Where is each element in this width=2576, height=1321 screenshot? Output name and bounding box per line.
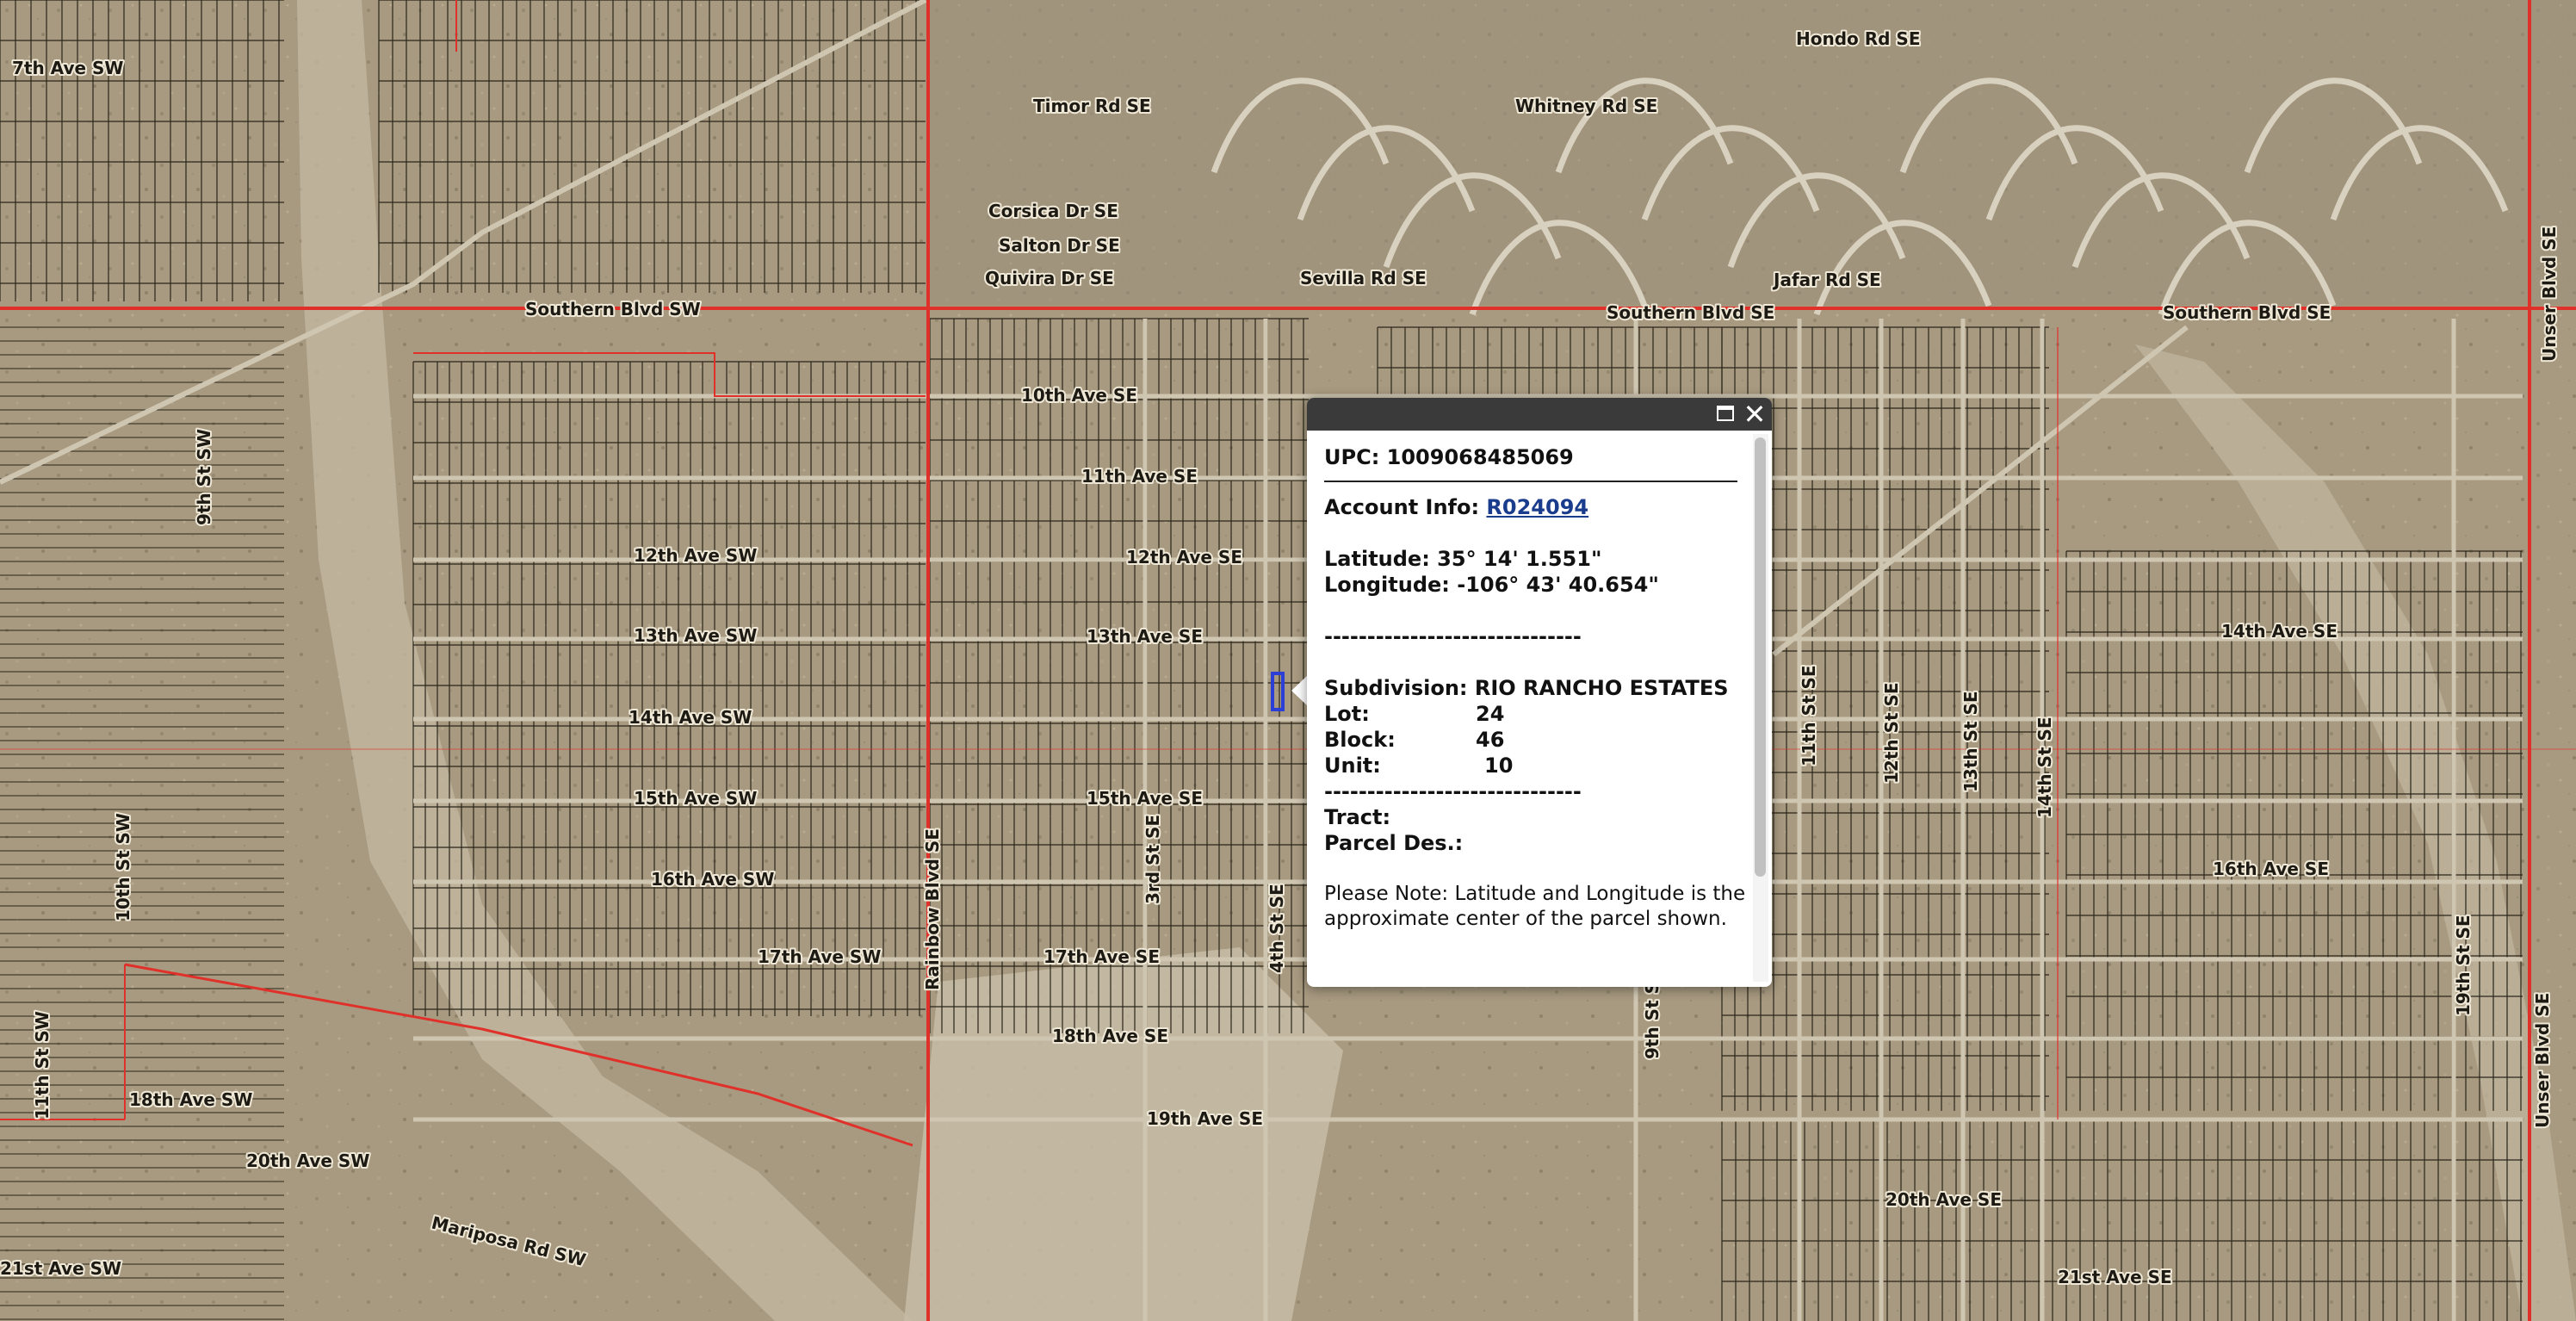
- road-label: 12th St SE: [1881, 682, 1902, 784]
- popup-content: UPC: 1009068485069 Account Info: R024094…: [1324, 444, 1746, 932]
- road-label: 17th Ave SE: [1043, 946, 1160, 967]
- road-label: 16th Ave SW: [651, 869, 774, 890]
- road-label: Salton Dr SE: [999, 235, 1120, 256]
- longitude-value: -106° 43' 40.654": [1457, 573, 1659, 597]
- road-label: Southern Blvd SW: [525, 299, 701, 319]
- road-label: 11th Ave SE: [1081, 466, 1198, 487]
- road-label: 7th Ave SW: [12, 58, 123, 78]
- road-label: 11th St SW: [32, 1011, 53, 1119]
- road-label: Quivira Dr SE: [985, 268, 1114, 288]
- longitude-row: Longitude: -106° 43' 40.654": [1324, 572, 1746, 598]
- latitude-label: Latitude:: [1324, 547, 1430, 571]
- road-label: 18th Ave SW: [129, 1089, 252, 1110]
- road-label: 13th Ave SW: [634, 625, 757, 646]
- dash-divider: ------------------------------: [1324, 779, 1582, 803]
- account-link[interactable]: R024094: [1486, 495, 1588, 519]
- road-label: Southern Blvd SE: [1607, 302, 1774, 323]
- road-label: 14th Ave SW: [629, 707, 752, 728]
- road-label: Sevilla Rd SE: [1300, 268, 1427, 288]
- road-label: Hondo Rd SE: [1796, 28, 1920, 49]
- road-label: Timor Rd SE: [1033, 96, 1151, 116]
- road-label: 12th Ave SW: [634, 545, 757, 566]
- subdivision-value: RIO RANCHO ESTATES: [1474, 676, 1729, 700]
- latitude-row: Latitude: 35° 14' 1.551": [1324, 546, 1746, 572]
- lot-value: 24: [1476, 702, 1505, 726]
- road-label: 13th St SE: [1960, 691, 1981, 792]
- road-label: 15th Ave SE: [1087, 788, 1203, 809]
- popup-titlebar: ✕: [1307, 398, 1772, 431]
- road-label: 18th Ave SE: [1052, 1026, 1168, 1046]
- popup-divider: [1324, 481, 1737, 482]
- unit-value: 10: [1484, 754, 1514, 778]
- road-label: Southern Blvd SE: [2163, 302, 2331, 323]
- subdivision-label: Subdivision:: [1324, 676, 1468, 700]
- road-label: Unser Blvd SE: [2539, 226, 2560, 362]
- account-row: Account Info: R024094: [1324, 494, 1746, 520]
- tract-label: Tract:: [1324, 805, 1391, 829]
- close-icon[interactable]: ✕: [1742, 400, 1768, 429]
- latitude-value: 35° 14' 1.551": [1437, 547, 1602, 571]
- upc-label: UPC:: [1324, 445, 1380, 469]
- block-label: Block:: [1324, 728, 1396, 752]
- road-label: 19th St SE: [2453, 915, 2474, 1016]
- account-label: Account Info:: [1324, 495, 1480, 519]
- road-label: 16th Ave SE: [2213, 859, 2329, 879]
- road-label: 15th Ave SW: [634, 788, 757, 809]
- road-label: 12th Ave SE: [1126, 547, 1242, 567]
- upc-value: 1009068485069: [1386, 445, 1574, 469]
- road-label: 19th Ave SE: [1147, 1108, 1263, 1129]
- upc-row: UPC: 1009068485069: [1324, 444, 1746, 470]
- road-label: 4th St SE: [1266, 884, 1287, 973]
- parcel-info-popup: ✕ UPC: 1009068485069 Account Info: R0240…: [1307, 398, 1772, 987]
- lot-label: Lot:: [1324, 702, 1370, 726]
- longitude-label: Longitude:: [1324, 573, 1450, 597]
- maximize-icon[interactable]: [1717, 406, 1734, 421]
- road-label: 3rd St SE: [1142, 815, 1163, 904]
- unit-label: Unit:: [1324, 754, 1381, 778]
- road-label: 21st Ave SW: [0, 1258, 121, 1279]
- popup-pointer: [1291, 675, 1308, 706]
- road-label: 11th St SE: [1799, 665, 1819, 766]
- parcel-des-label: Parcel Des.:: [1324, 831, 1464, 855]
- popup-scrollbar-thumb[interactable]: [1755, 437, 1766, 877]
- road-label: 21st Ave SE: [2058, 1267, 2172, 1287]
- dash-divider: ------------------------------: [1324, 624, 1582, 648]
- open-land-south: [904, 947, 1343, 1321]
- road-label: 10th St SW: [113, 813, 133, 921]
- block-row: Block: 46: [1324, 727, 1746, 753]
- road-label: Unser Blvd SE: [2532, 993, 2553, 1128]
- road-label: 10th Ave SE: [1021, 385, 1137, 406]
- unit-row: Unit: 10: [1324, 753, 1746, 778]
- road-label: 14th St SE: [2034, 716, 2055, 818]
- road-label: 20th Ave SW: [246, 1150, 369, 1171]
- road-label: 17th Ave SW: [758, 946, 881, 967]
- road-label: 14th Ave SE: [2221, 621, 2338, 642]
- road-label: 20th Ave SE: [1886, 1189, 2002, 1210]
- selected-parcel-highlight[interactable]: [1271, 672, 1285, 711]
- road-label: Jafar Rd SE: [1772, 270, 1881, 290]
- lat-long-note: Please Note: Latitude and Longitude is t…: [1324, 883, 1746, 930]
- road-label: Rainbow Blvd SE: [922, 828, 943, 990]
- urban-area-north: [930, 0, 2576, 306]
- road-label: Whitney Rd SE: [1515, 96, 1657, 116]
- road-label: 13th Ave SE: [1087, 626, 1203, 647]
- subdivision-row: Subdivision: RIO RANCHO ESTATES: [1324, 675, 1746, 701]
- road-label: 9th St SW: [194, 429, 214, 525]
- map-canvas[interactable]: 7th Ave SW 12th Ave SW 13th Ave SW 14th …: [0, 0, 2576, 1321]
- lot-row: Lot: 24: [1324, 701, 1746, 727]
- map-svg[interactable]: 7th Ave SW 12th Ave SW 13th Ave SW 14th …: [0, 0, 2576, 1321]
- block-value: 46: [1476, 728, 1505, 752]
- road-label: Corsica Dr SE: [988, 201, 1118, 221]
